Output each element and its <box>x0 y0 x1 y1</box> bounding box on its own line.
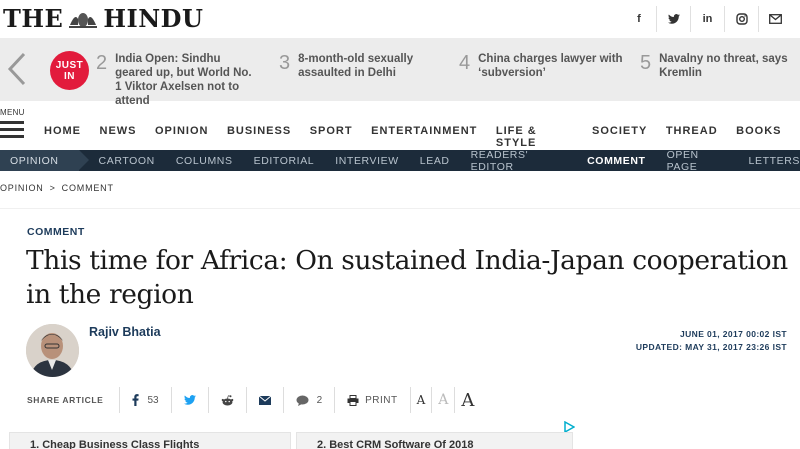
font-size-medium-button[interactable]: A <box>431 387 454 413</box>
menu-button[interactable]: MENU <box>0 108 30 142</box>
email-icon[interactable] <box>758 6 792 32</box>
nav-item-books[interactable]: BOOKS <box>736 125 781 149</box>
nav-item-opinion[interactable]: OPINION <box>155 125 208 149</box>
nav-item-business[interactable]: BUSINESS <box>227 125 291 149</box>
email-share-button[interactable] <box>245 387 283 413</box>
comments-button[interactable]: 2 <box>282 387 335 413</box>
font-size-large-button[interactable]: A <box>454 387 480 413</box>
nav-item-home[interactable]: HOME <box>44 125 81 149</box>
top-bar: THE HINDU f in <box>0 0 800 38</box>
breadcrumb-separator: > <box>49 183 56 193</box>
trending-number: 3 <box>279 52 291 74</box>
nav-item-sport[interactable]: SPORT <box>310 125 353 149</box>
sub-nav: OPINION CARTOON COLUMNS EDITORIAL INTERV… <box>0 149 800 173</box>
print-icon <box>347 394 359 406</box>
author-name[interactable]: Rajiv Bhatia <box>89 325 161 339</box>
hamburger-icon[interactable] <box>0 121 24 138</box>
subnav-item-open-page[interactable]: OPEN PAGE <box>667 149 728 173</box>
main-nav: HOME NEWS OPINION BUSINESS SPORT ENTERTA… <box>44 125 800 149</box>
facebook-share-button[interactable]: 53 <box>119 387 170 413</box>
ad-strip: 1. Cheap Business Class Flights 2. Best … <box>0 420 800 449</box>
article-headline: This time for Africa: On sustained India… <box>26 245 788 310</box>
twitter-icon[interactable] <box>656 6 690 32</box>
social-links: f in <box>622 6 792 32</box>
trending-item[interactable]: 3 8-month-old sexually assaulted in Delh… <box>279 52 439 80</box>
logo-text-right: HINDU <box>103 4 204 33</box>
author-photo <box>26 324 79 377</box>
subnav-item-interview[interactable]: INTERVIEW <box>335 155 399 167</box>
nav-item-news[interactable]: NEWS <box>100 125 137 149</box>
breadcrumb-comment[interactable]: COMMENT <box>62 183 114 193</box>
comment-icon <box>296 395 309 406</box>
nav-item-thread[interactable]: THREAD <box>666 125 718 149</box>
site-logo[interactable]: THE HINDU <box>3 4 203 33</box>
facebook-icon <box>132 394 140 406</box>
print-label: PRINT <box>365 394 398 406</box>
subnav-item-columns[interactable]: COLUMNS <box>176 155 233 167</box>
trending-headline[interactable]: 8-month-old sexually assaulted in Delhi <box>298 52 439 80</box>
subnav-item-editorial[interactable]: EDITORIAL <box>254 155 315 167</box>
trending-item[interactable]: 4 China charges lawyer with ‘subversion’ <box>459 52 624 80</box>
menu-label: MENU <box>0 108 25 117</box>
share-label: SHARE ARTICLE <box>27 395 104 405</box>
font-size-small-button[interactable]: A <box>409 387 432 413</box>
ad-link[interactable]: 1. Cheap Business Class Flights <box>9 432 291 449</box>
print-button[interactable]: PRINT <box>334 387 410 413</box>
subnav-section-opinion[interactable]: OPINION <box>0 150 89 171</box>
trending-number: 2 <box>96 52 108 74</box>
updated-date: UPDATED: MAY 31, 2017 23:26 IST <box>635 342 787 352</box>
just-in-badge: JUST IN <box>50 51 89 90</box>
instagram-icon[interactable] <box>724 6 758 32</box>
twitter-share-button[interactable] <box>170 387 208 413</box>
nav-item-entertainment[interactable]: ENTERTAINMENT <box>371 125 477 149</box>
subnav-item-readers-editor[interactable]: READERS' EDITOR <box>471 149 567 173</box>
trending-number: 5 <box>640 52 652 74</box>
chevron-left-icon[interactable] <box>4 51 30 87</box>
comment-count: 2 <box>316 394 323 406</box>
trending-item[interactable]: 2 India Open: Sindhu geared up, but Worl… <box>96 52 261 108</box>
subnav-item-letters[interactable]: LETTERS <box>749 155 800 167</box>
author-avatar[interactable] <box>26 324 79 377</box>
subnav-item-comment[interactable]: COMMENT <box>587 155 645 167</box>
ad-link[interactable]: 2. Best CRM Software Of 2018 <box>296 432 573 449</box>
trending-number: 4 <box>459 52 471 74</box>
trending-headline[interactable]: Navalny no threat, says Kremlin <box>659 52 795 80</box>
breadcrumb-opinion[interactable]: OPINION <box>0 183 44 193</box>
logo-text-left: THE <box>3 4 64 33</box>
trending-headline[interactable]: China charges lawyer with ‘subversion’ <box>478 52 624 80</box>
article-kicker[interactable]: COMMENT <box>27 226 85 238</box>
reddit-icon <box>221 394 233 405</box>
subnav-item-lead[interactable]: LEAD <box>420 155 450 167</box>
nav-item-society[interactable]: SOCIETY <box>592 125 647 149</box>
linkedin-icon[interactable]: in <box>690 6 724 32</box>
nav-item-life-style[interactable]: LIFE & STYLE <box>496 125 574 149</box>
trending-item[interactable]: 5 Navalny no threat, says Kremlin <box>640 52 795 80</box>
trending-headline[interactable]: India Open: Sindhu geared up, but World … <box>115 52 261 108</box>
breadcrumb: OPINION > COMMENT <box>0 183 120 193</box>
facebook-share-count: 53 <box>147 394 159 406</box>
facebook-icon[interactable]: f <box>622 6 656 32</box>
share-bar: SHARE ARTICLE 53 2 PRINT A A A <box>27 387 480 413</box>
published-date: JUNE 01, 2017 00:02 IST <box>679 329 787 339</box>
emblem-icon <box>69 13 98 28</box>
subnav-item-cartoon[interactable]: CARTOON <box>99 155 155 167</box>
reddit-share-button[interactable] <box>207 387 246 413</box>
envelope-icon <box>258 395 271 405</box>
twitter-icon <box>183 395 196 405</box>
just-in-strip: JUST IN 2 India Open: Sindhu geared up, … <box>0 38 800 107</box>
article-dates: JUNE 01, 2017 00:02 IST UPDATED: MAY 31,… <box>636 328 787 354</box>
